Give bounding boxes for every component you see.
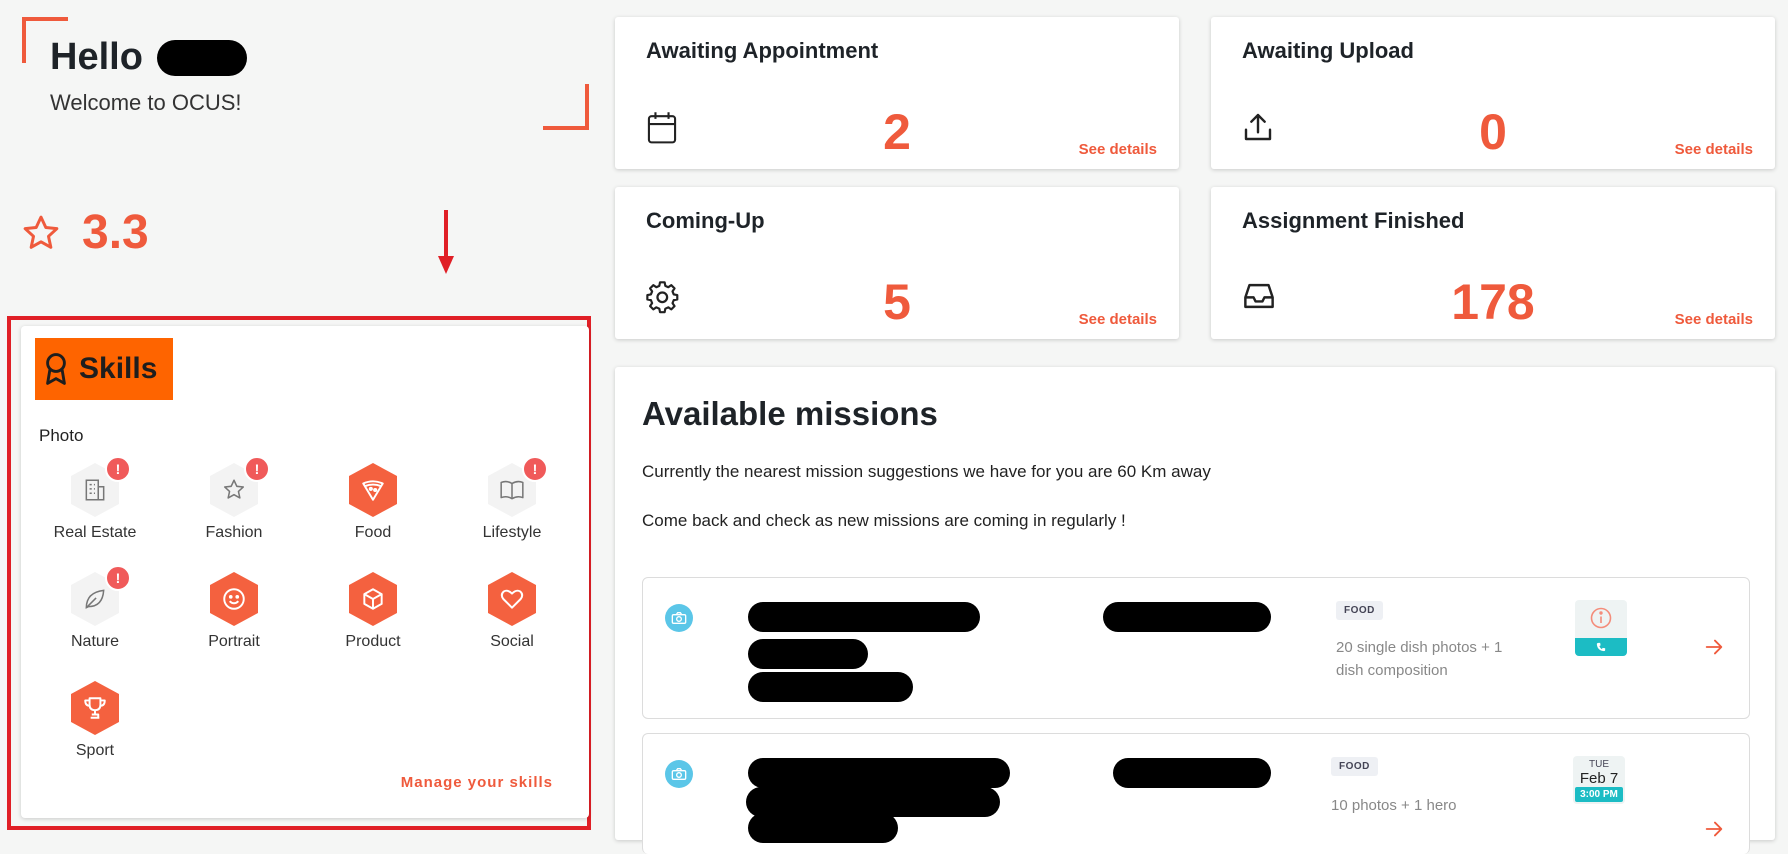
- missions-panel: Available missions Currently the nearest…: [615, 367, 1775, 854]
- mission-description: 20 single dish photos + 1 dish compositi…: [1336, 639, 1503, 679]
- decor-corner-bottom-right: [543, 84, 589, 130]
- mission-info-widget: [1575, 600, 1627, 656]
- camera-icon: [665, 760, 693, 788]
- mission-date: Feb 7: [1579, 770, 1619, 787]
- skills-card: Skills Photo ! Real Estate ! Fashion Foo…: [21, 326, 589, 818]
- star-outline-icon: [23, 215, 59, 249]
- skill-portrait[interactable]: Portrait: [174, 571, 294, 651]
- box-icon: [363, 588, 383, 610]
- welcome-text: Welcome to OCUS!: [50, 90, 242, 115]
- heart-icon: [500, 589, 524, 609]
- skill-alert-badge: !: [105, 565, 131, 591]
- skill-label: Social: [490, 633, 534, 650]
- skills-title: Skills: [35, 338, 173, 400]
- redacted-mission-location: [1113, 758, 1271, 788]
- redacted-mission-title: [748, 602, 980, 632]
- annotation-arrow-down: [438, 210, 454, 274]
- arrow-right-icon[interactable]: [1703, 818, 1725, 840]
- mission-description: 10 photos + 1 hero: [1331, 797, 1457, 814]
- building-icon: [85, 479, 105, 501]
- see-details-link[interactable]: See details: [1675, 311, 1753, 328]
- greeting-text: Hello: [50, 36, 143, 78]
- mission-row[interactable]: FOOD 20 single dish photos + 1 dish comp…: [642, 577, 1750, 719]
- star-icon: [223, 479, 245, 499]
- skill-label: Sport: [75, 742, 115, 759]
- skill-sport[interactable]: Sport: [35, 680, 155, 760]
- skill-label: Product: [345, 633, 401, 650]
- redacted-mission-title: [748, 672, 913, 702]
- skill-label: Nature: [70, 633, 120, 650]
- skill-label: Fashion: [205, 524, 263, 541]
- mission-tag: FOOD: [1336, 601, 1383, 620]
- mission-time: 3:00 PM: [1575, 787, 1623, 802]
- stat-card-awaiting-appointment: Awaiting Appointment 2 See details: [615, 17, 1179, 169]
- skill-lifestyle[interactable]: ! Lifestyle: [452, 456, 572, 542]
- trophy-icon: [84, 697, 106, 719]
- smile-icon: [223, 588, 245, 610]
- stat-title: Coming-Up: [646, 208, 765, 233]
- skill-label: Food: [354, 524, 392, 541]
- skill-real-estate[interactable]: ! Real Estate: [35, 456, 155, 542]
- skill-label: Lifestyle: [482, 524, 542, 541]
- mission-date-widget: TUE Feb 7 3:00 PM: [1573, 756, 1625, 804]
- pizza-icon: [362, 480, 384, 501]
- skill-label: Real Estate: [53, 524, 137, 541]
- stat-title: Assignment Finished: [1242, 208, 1465, 233]
- phone-icon: [1596, 642, 1606, 652]
- redacted-username: [156, 39, 247, 76]
- see-details-link[interactable]: See details: [1675, 141, 1753, 158]
- redacted-mission-title: [748, 639, 868, 669]
- skill-product[interactable]: Product: [313, 571, 433, 651]
- see-details-link[interactable]: See details: [1079, 141, 1157, 158]
- stat-title: Awaiting Appointment: [646, 38, 879, 63]
- skill-alert-badge: !: [105, 456, 131, 482]
- manage-skills-link[interactable]: Manage your skills: [401, 774, 553, 791]
- rating: 3.3: [20, 205, 149, 260]
- skill-alert-badge: !: [244, 456, 270, 482]
- missions-distance-text: Currently the nearest mission suggestion…: [642, 462, 1211, 481]
- book-icon: [500, 480, 524, 500]
- skill-fashion[interactable]: ! Fashion: [174, 456, 294, 542]
- greeting: Hello: [50, 36, 247, 79]
- stat-title: Awaiting Upload: [1242, 38, 1414, 63]
- mission-row[interactable]: FOOD 10 photos + 1 hero TUE Feb 7 3:00 P…: [642, 733, 1750, 854]
- skill-label: Portrait: [208, 633, 260, 650]
- skill-food[interactable]: Food: [313, 462, 433, 542]
- skills-category: Photo: [39, 426, 84, 445]
- skills-title-text: Skills: [79, 352, 158, 385]
- skill-alert-badge: !: [522, 456, 548, 482]
- stat-card-coming-up: Coming-Up 5 See details: [615, 187, 1179, 339]
- missions-hint-text: Come back and check as new missions are …: [642, 511, 1126, 530]
- leaf-icon: [85, 589, 105, 609]
- award-icon: [46, 353, 66, 385]
- redacted-mission-location: [1103, 602, 1271, 632]
- see-details-link[interactable]: See details: [1079, 311, 1157, 328]
- rating-value: 3.3: [82, 206, 149, 259]
- redacted-mission-title: [748, 758, 1010, 788]
- missions-title: Available missions: [642, 395, 938, 432]
- redacted-mission-title: [748, 813, 898, 843]
- skill-social[interactable]: Social: [452, 571, 572, 651]
- info-icon: [1590, 607, 1612, 629]
- stat-card-assignment-finished: Assignment Finished 178 See details: [1211, 187, 1775, 339]
- stat-card-awaiting-upload: Awaiting Upload 0 See details: [1211, 17, 1775, 169]
- arrow-right-icon[interactable]: [1703, 636, 1725, 658]
- mission-tag: FOOD: [1331, 757, 1378, 776]
- skill-nature[interactable]: ! Nature: [35, 565, 155, 651]
- camera-icon: [665, 604, 693, 632]
- mission-day: TUE: [1589, 759, 1609, 770]
